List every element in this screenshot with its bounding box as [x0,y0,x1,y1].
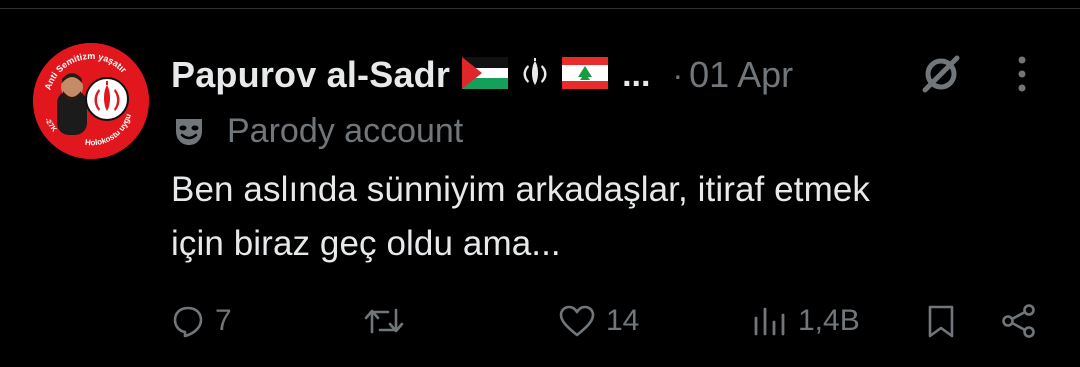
lebanon-flag-icon [562,56,609,94]
tweet-text: Ben aslında sünniyim arkadaşlar, itiraf … [171,163,1061,271]
tweet-text-line: için biraz geç oldu ama... [171,224,561,263]
separator-dot: · [672,56,684,93]
more-vertical-icon[interactable] [1010,53,1034,95]
tweet-text-line: Ben aslında sünniyim arkadaşlar, itiraf … [171,170,870,209]
reply-button[interactable]: 7 [171,298,232,344]
like-count: 14 [606,304,640,337]
bookmark-icon [924,303,958,339]
tweet-date[interactable]: 01 Apr [689,54,793,96]
views-button[interactable]: 1,4B [752,298,860,344]
bar-chart-icon [752,304,788,338]
top-divider [0,8,1080,9]
bookmark-button[interactable] [924,298,958,344]
like-button[interactable]: 14 [558,298,639,344]
retweet-button[interactable] [362,298,416,344]
theater-masks-icon [171,113,207,149]
reply-count: 7 [215,304,232,337]
grok-icon[interactable] [917,50,965,98]
parody-label: Parody account [171,110,463,152]
views-count: 1,4B [798,304,860,337]
display-name[interactable]: Papurov al-Sadr [171,54,450,96]
retweet-icon [362,304,406,338]
palestine-flag-icon [462,56,509,94]
iran-emblem-icon [520,57,550,93]
tweet-header: Papurov al-Sadr ... · 01 Apr [171,52,793,98]
share-button[interactable] [1000,298,1038,344]
avatar[interactable]: Anti Semitizm yaşatır Holokostu uygula -… [33,43,149,159]
share-icon [1000,303,1038,339]
heart-icon [558,304,596,338]
name-truncation: ... [622,55,651,94]
speech-bubble-icon [171,304,205,338]
parody-label-text: Parody account [227,111,464,150]
